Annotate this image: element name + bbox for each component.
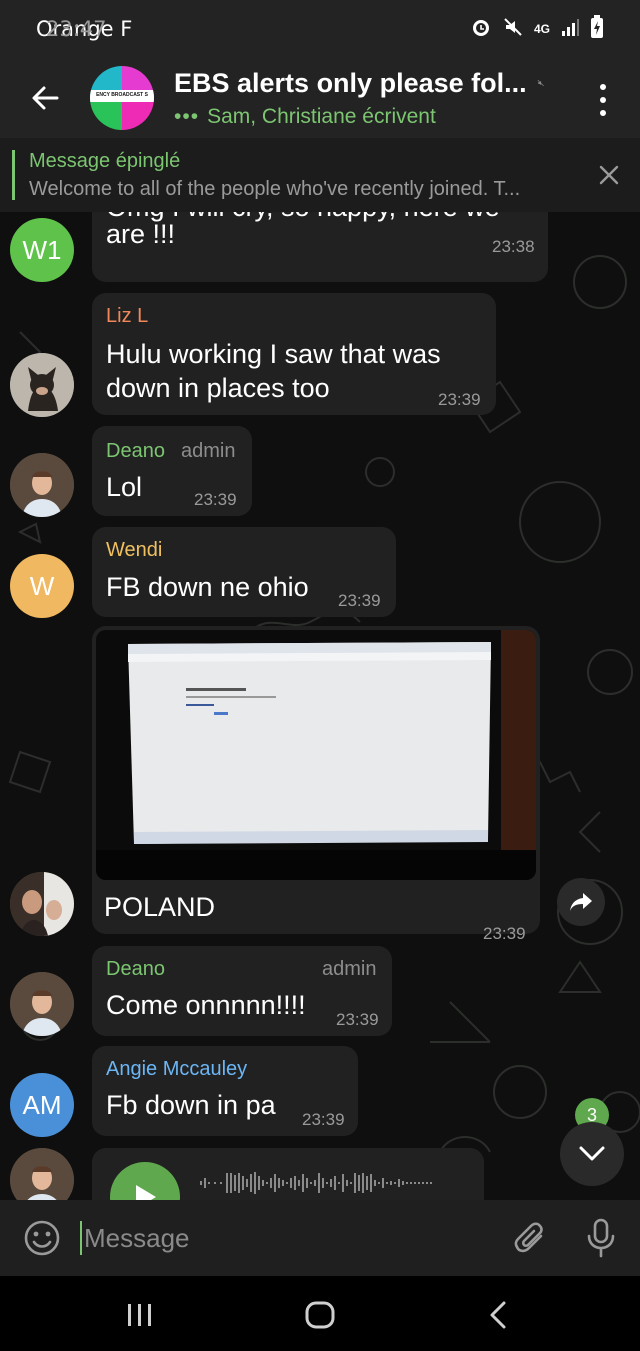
recent-apps-icon[interactable] [126, 1302, 154, 1328]
avatar-w1[interactable]: W1 [10, 218, 74, 282]
signal-icon [560, 17, 580, 42]
message-text: FB down ne ohio [106, 572, 309, 602]
message-input[interactable]: Message [84, 1223, 190, 1254]
message-text: Fb down in pa [106, 1090, 276, 1120]
message-bubble[interactable]: Angie Mccauley Fb down in pa 23:39 [92, 1046, 358, 1136]
photo-message[interactable]: POLAND 23:39 [92, 626, 540, 943]
system-icons: 4G [470, 14, 604, 44]
message-bubble[interactable]: Deano admin Come onnnnn!!!! 23:39 [92, 946, 392, 1036]
mute-icon [537, 79, 544, 87]
message-list[interactable]: W1 Omg I will cry, so happy, here we are… [0, 212, 640, 1200]
pinned-text: Welcome to all of the people who've rece… [29, 178, 521, 200]
message-text: Come onnnnn!!!! [106, 990, 306, 1020]
message-text: Hulu working I saw that was [106, 339, 441, 369]
voice-waveform [200, 1172, 432, 1194]
photo-laptop-screen [96, 630, 536, 880]
message-time: 23:39 [338, 591, 381, 610]
mute-status-icon [502, 16, 524, 43]
share-button[interactable] [557, 878, 605, 926]
typing-status: ••• Sam, Christiane écrivent [174, 104, 436, 128]
message-composer: Message [0, 1200, 640, 1276]
attach-icon[interactable] [514, 1220, 548, 1258]
more-vertical-icon[interactable] [590, 80, 616, 120]
chat-title: EBS alerts only please fol... [174, 67, 527, 98]
message-bubble[interactable]: Wendi FB down ne ohio 23:39 [92, 527, 396, 617]
sender-name: Deano [106, 440, 165, 462]
message-time: 23:39 [336, 1010, 379, 1029]
chat-header: ENCY BROADCAST S EBS alerts only please … [0, 58, 640, 138]
message-time: 23:39 [302, 1110, 345, 1129]
network-type: 4G [533, 22, 550, 36]
chat-title-block[interactable]: EBS alerts only please fol... ••• Sam, Ch… [174, 68, 544, 129]
alarm-icon [470, 16, 492, 43]
admin-badge: admin [322, 958, 377, 980]
typing-dots: ••• [174, 104, 200, 128]
avatar-deano[interactable] [10, 453, 74, 517]
message-bubble[interactable]: Omg I will cry, so happy, here we are !!… [92, 212, 548, 282]
message-bubble[interactable]: Liz L Hulu working I saw that was down i… [92, 293, 496, 415]
mic-icon[interactable] [586, 1218, 616, 1258]
status-bar: Orange F 23:47 4G [0, 0, 640, 58]
text-cursor [80, 1221, 82, 1255]
message-text: down in places too [106, 373, 330, 403]
system-navigation-bar [0, 1276, 640, 1351]
avatar-photo-sender[interactable] [10, 872, 74, 936]
message-bubble[interactable]: Deano admin Lol 23:39 [92, 426, 252, 516]
message-text: are !!! [106, 219, 176, 249]
back-nav-icon[interactable] [488, 1300, 508, 1330]
back-button[interactable] [0, 58, 90, 138]
home-icon[interactable] [304, 1300, 336, 1330]
photo-attachment[interactable] [96, 630, 536, 880]
message-time: 23:39 [194, 490, 237, 509]
status-time: 23:47 [46, 17, 107, 41]
close-icon[interactable] [596, 162, 622, 188]
sender-name: Angie Mccauley [106, 1058, 248, 1080]
avatar-liz-l[interactable] [10, 353, 74, 417]
message-time: 23:39 [483, 924, 526, 943]
pinned-title: Message épinglé [29, 150, 181, 172]
avatar-deano[interactable] [10, 972, 74, 1036]
battery-icon [590, 14, 604, 44]
admin-badge: admin [181, 440, 236, 462]
share-icon [570, 893, 592, 911]
back-arrow-icon [32, 86, 59, 110]
voice-message[interactable] [92, 1148, 484, 1200]
sender-name: Deano [106, 958, 165, 980]
group-avatar-text: ENCY BROADCAST S [96, 92, 148, 98]
message-time: 23:39 [438, 390, 481, 409]
sender-name: Wendi [106, 539, 163, 561]
message-time: 23:38 [492, 237, 535, 256]
sender-name: Liz L [106, 305, 149, 327]
pinned-message[interactable]: Message épinglé Welcome to all of the pe… [0, 138, 640, 212]
play-icon [136, 1185, 156, 1200]
chevron-down-icon [579, 1146, 605, 1161]
scroll-down-button[interactable] [560, 1122, 624, 1186]
photo-caption: POLAND [104, 892, 216, 922]
avatar-angie-mccauley[interactable]: AM [10, 1073, 74, 1137]
message-text: Lol [106, 472, 143, 502]
avatar-wendi[interactable]: W [10, 554, 74, 618]
group-avatar[interactable]: ENCY BROADCAST S [90, 66, 154, 130]
emoji-icon[interactable] [22, 1218, 62, 1258]
pinned-accent-bar [12, 150, 15, 200]
play-button[interactable] [110, 1162, 180, 1200]
